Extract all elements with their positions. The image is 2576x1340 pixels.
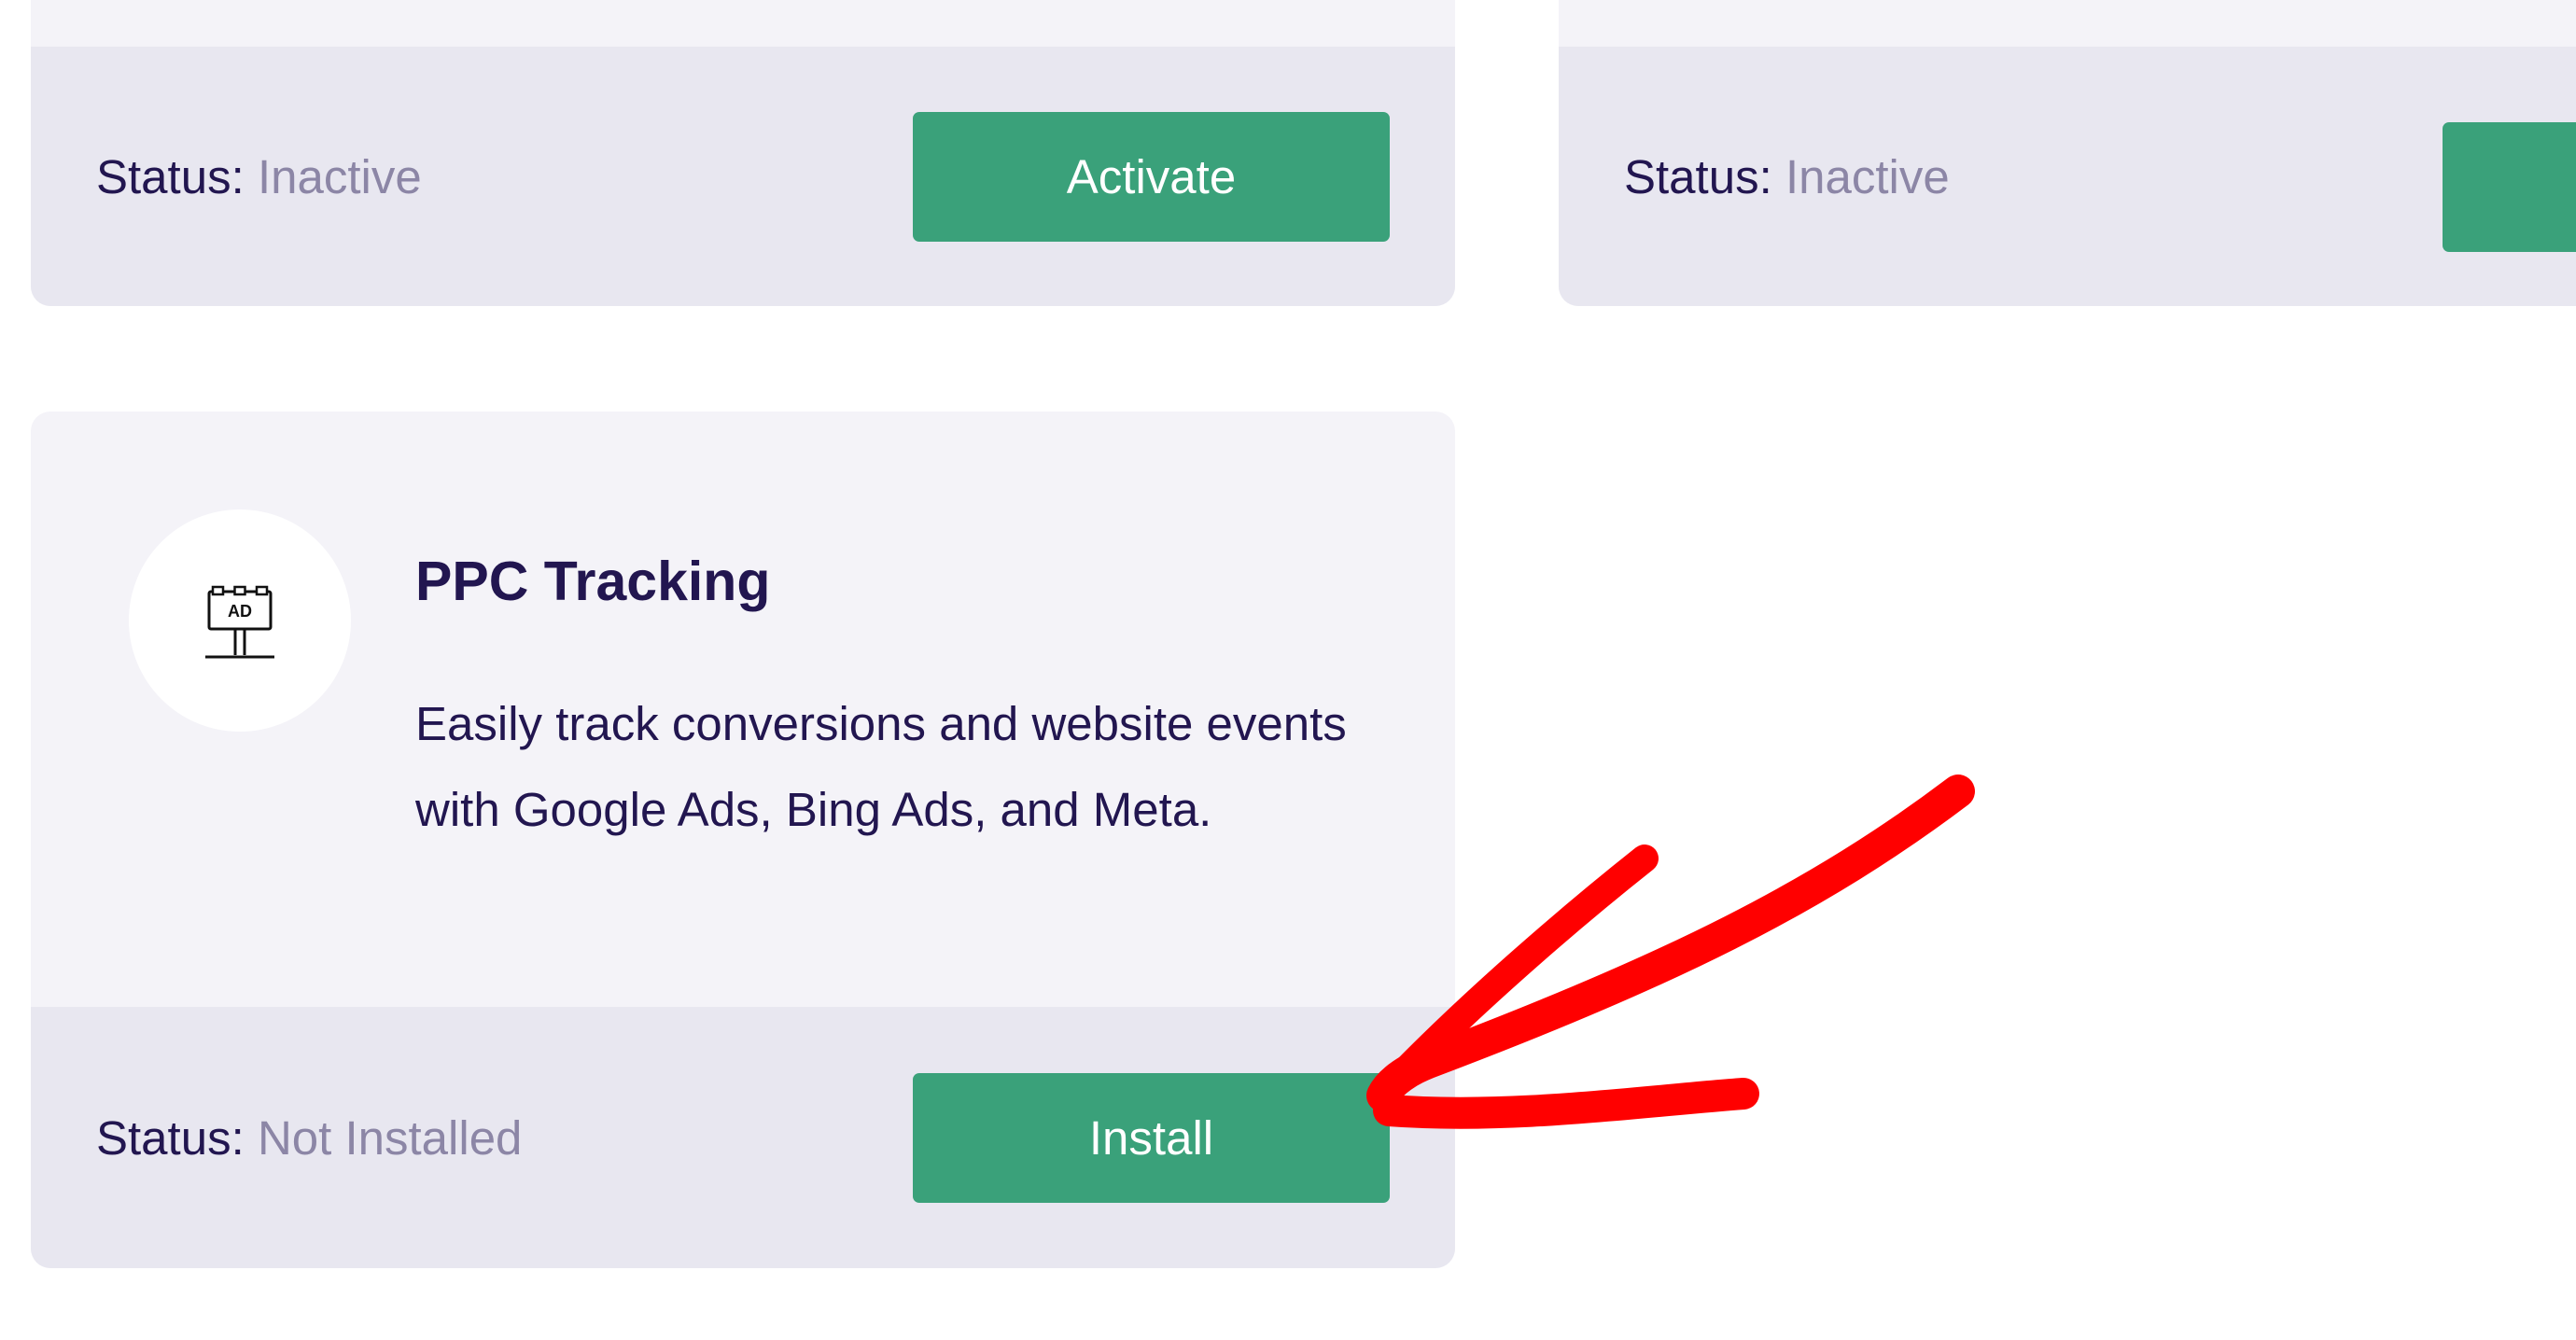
addon-description: Easily track conversions and website eve… — [415, 697, 1347, 836]
ad-icon-text: AD — [228, 602, 252, 621]
addon-card-top-left: Status: Inactive Activate — [31, 0, 1455, 306]
status-label: Status: — [1624, 149, 1772, 203]
status-value: Inactive — [257, 149, 422, 203]
addon-title: PPC Tracking — [415, 551, 771, 612]
status-label: Status: — [96, 149, 245, 203]
addons-page: Status: Inactive Activate Status: Inacti… — [0, 0, 2576, 1340]
activate-button[interactable]: Activate — [913, 111, 1390, 242]
install-button[interactable]: Install — [913, 1072, 1390, 1203]
addon-card-top-right: Status: Inactive — [1559, 0, 2576, 306]
status-value: Inactive — [1785, 149, 1950, 203]
addon-card-footer: Status: Inactive — [1559, 47, 2576, 306]
status-label: Status: — [96, 1110, 245, 1165]
addon-status: Status: Inactive — [1624, 149, 1950, 204]
ad-billboard-icon: AD — [205, 585, 274, 659]
addon-card-footer: Status: Inactive Activate — [31, 47, 1455, 306]
addon-status: Status: Not Installed — [96, 1110, 522, 1166]
activate-button-cropped[interactable] — [2443, 122, 2576, 252]
addon-card-ppc-tracking: AD PPC Tracking Easily track conversions… — [31, 412, 1455, 1268]
addon-icon-container: AD — [129, 509, 351, 732]
arrow-shaft — [1366, 775, 1975, 1112]
addon-card-footer: Status: Not Installed Install — [31, 1007, 1455, 1268]
addon-status: Status: Inactive — [96, 149, 422, 204]
status-value: Not Installed — [257, 1110, 523, 1165]
